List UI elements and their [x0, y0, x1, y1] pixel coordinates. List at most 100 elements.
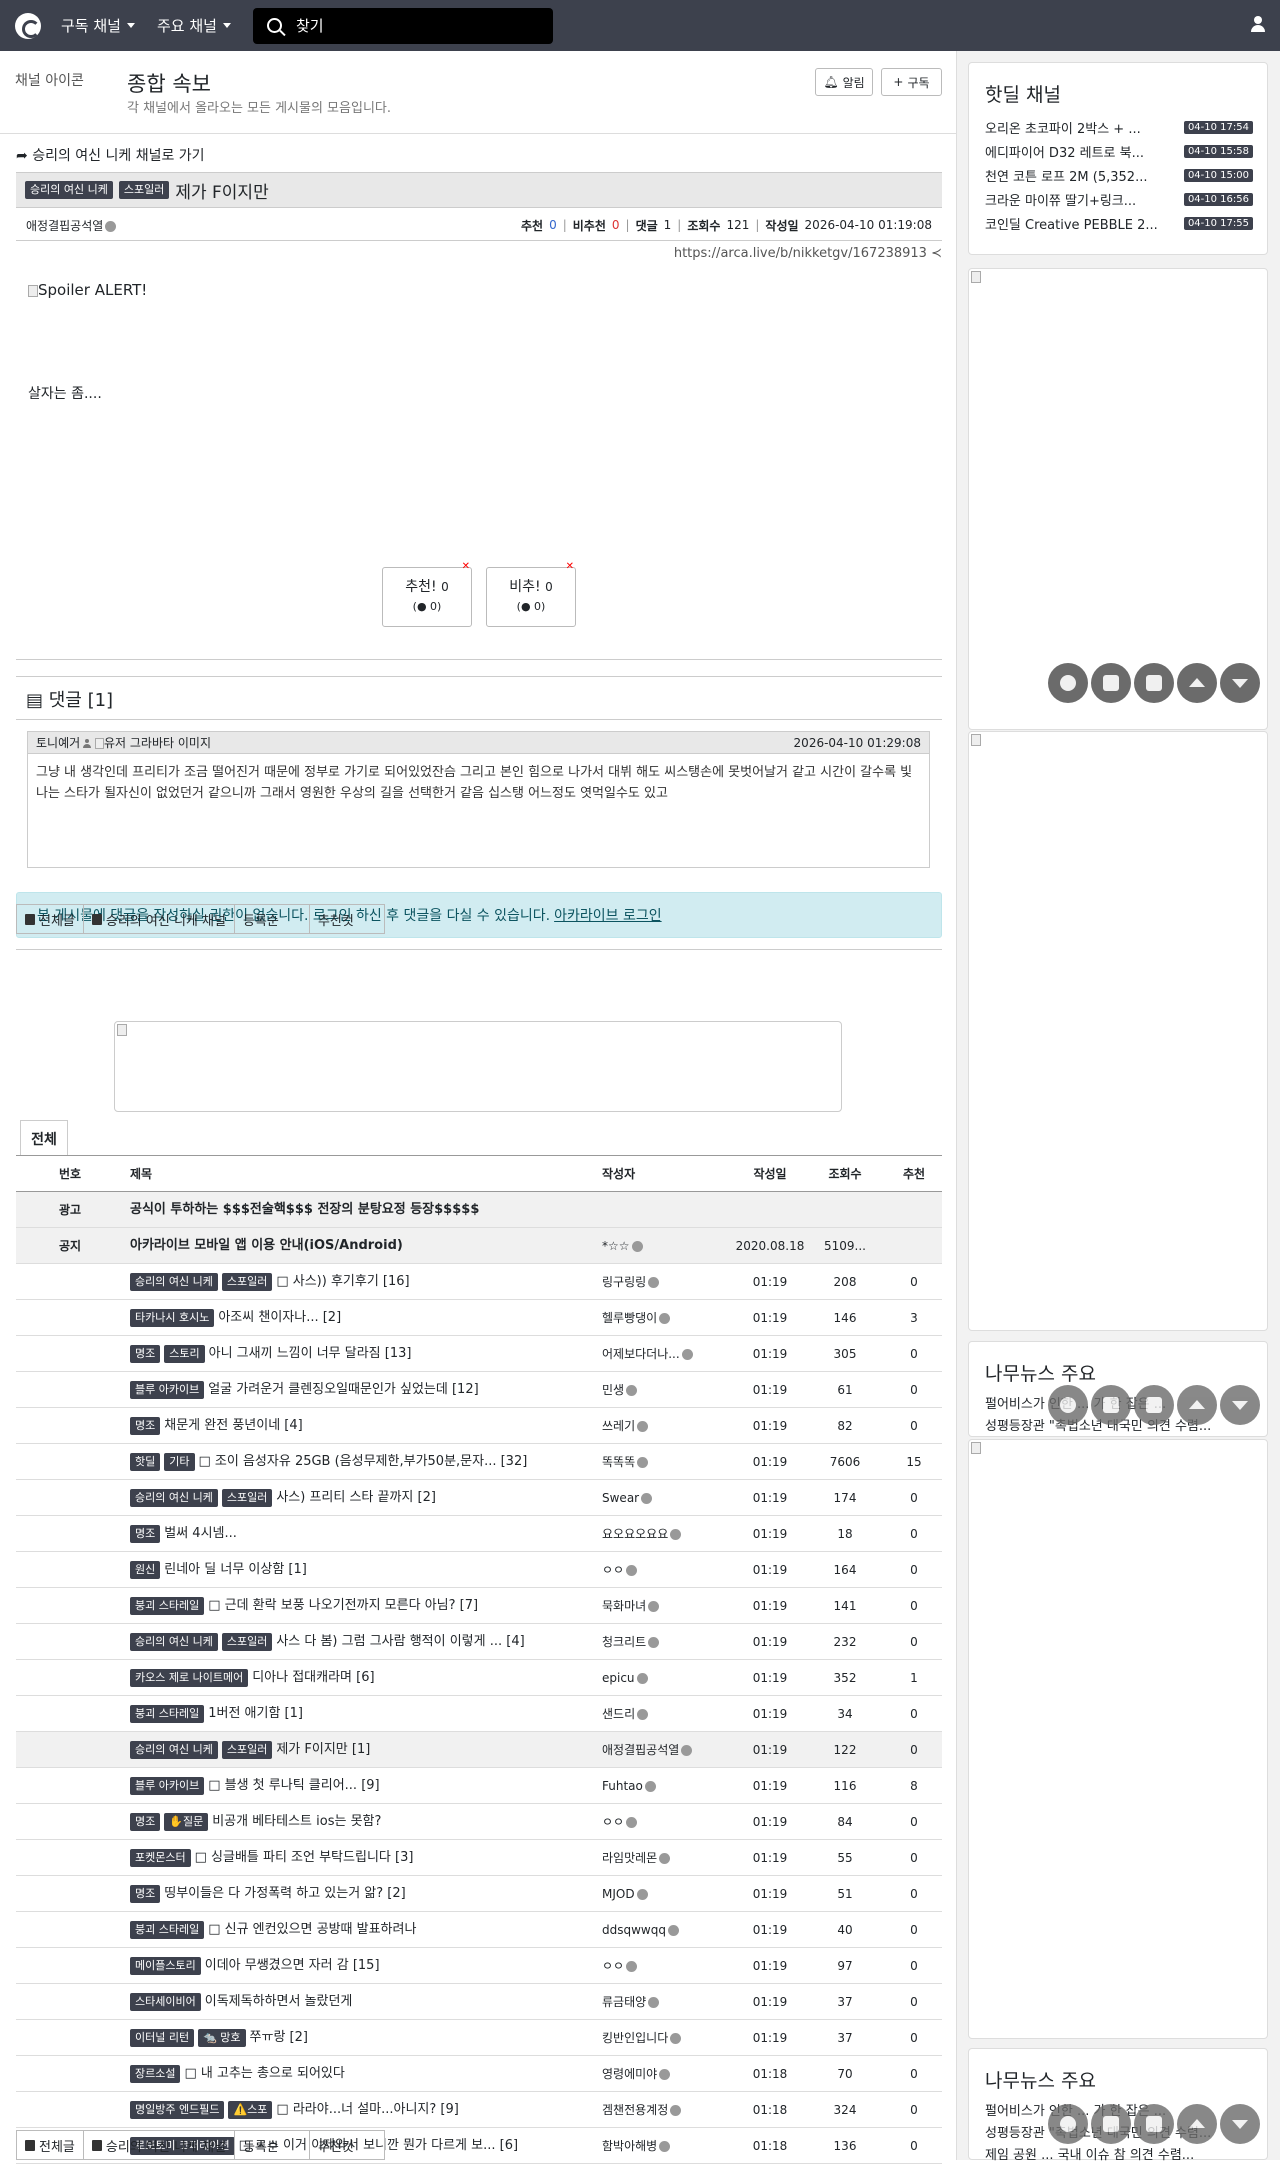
row-title-cell[interactable]: 명조 띵부이들은 다 가정폭력 하고 있는거 앎? [2] — [130, 1876, 610, 1912]
row-title-cell[interactable]: 명조 벌써 4시넴... — [130, 1516, 610, 1552]
row-badge[interactable]: 포켓몬스터 — [130, 1848, 191, 1867]
table-row[interactable]: 타카나시 호시노 아조씨 챈이자나... [2] 헬루빵댕이 01:19 146 3 — [16, 1300, 942, 1336]
row-badge[interactable]: 이터널 리턴 — [130, 2028, 195, 2047]
row-badge[interactable]: 카오스 제로 나이트메어 — [130, 1668, 249, 1687]
scroll-down-icon[interactable] — [1220, 2104, 1260, 2144]
settings-gear-icon[interactable] — [1048, 2104, 1088, 2144]
row-badge[interactable]: 붕괴 스타레일 — [130, 1704, 205, 1723]
post-url[interactable]: https://arca.live/b/nikketgv/167238913 ≺ — [16, 246, 942, 261]
hotdeal-item[interactable]: 크라운 마이쮸 딸기+링크... 04-10 16:56 — [969, 187, 1267, 211]
table-row[interactable]: 명조 스토리 아니 그새끼 느낌이 너무 달라짐 [13] 어제보다더나... 01:1… — [16, 1336, 942, 1372]
share-icon[interactable]: ≺ — [931, 246, 942, 261]
row-author[interactable]: Fuhtao — [602, 1768, 720, 1804]
table-row[interactable]: 승리의 여신 니케 스포일러 사스 다 봄) 그럼 그사람 행적이 이렇게 ... … — [16, 1624, 942, 1660]
arcalive-logo-icon[interactable] — [15, 12, 41, 39]
comment-author[interactable]: 토니예거 — [36, 736, 80, 750]
row-author[interactable]: 겜챈전용계정 — [602, 2092, 720, 2128]
row-author[interactable]: 민생 — [602, 1372, 720, 1408]
row-badge[interactable]: ⚠️스포 — [228, 2100, 273, 2119]
hotdeal-item[interactable]: 천연 코튼 로프 2M (5,352... 04-10 15:00 — [969, 163, 1267, 187]
table-row[interactable]: 명조 채문게 완전 풍년이네 [4] 쓰레기 01:19 82 0 — [16, 1408, 942, 1444]
table-row[interactable]: 블루 아카이브 얼굴 가려운거 클렌징오일때문인가 싶었는데 [12] 민생 01:1… — [16, 1372, 942, 1408]
row-badge[interactable]: 명조 — [130, 1416, 161, 1435]
table-row[interactable]: 장르소설 □ 내 고추는 총으로 되어있다 영령에미야 01:18 70 0 — [16, 2056, 942, 2092]
row-badge[interactable]: 블루 아카이브 — [130, 1776, 205, 1795]
sort-select[interactable]: 등록순 — [233, 904, 310, 934]
scroll-up-icon[interactable] — [1177, 2104, 1217, 2144]
row-author[interactable]: 청크리트 — [602, 1624, 720, 1660]
row-author[interactable]: 어제보다더나... — [602, 1336, 720, 1372]
notice-row[interactable]: 공지 아카라이브 모바일 앱 이용 안내(iOS/Android) *☆☆ 20… — [16, 1228, 942, 1264]
row-title-cell[interactable]: 메이플스토리 이데아 무쌩겼으면 자러 감 [15] — [130, 1948, 610, 1984]
row-badge[interactable]: 스타세이비어 — [130, 1992, 201, 2011]
row-title-cell[interactable]: 승리의 여신 니케 스포일러 제가 F이지만 [1] — [130, 1732, 610, 1768]
ad-row[interactable]: 광고 공식이 투하하는 $$$전술핵$$$ 전장의 분탕요정 등장$$$$$ — [16, 1192, 942, 1228]
table-row[interactable]: 스타세이비어 이독제독하하면서 놀랐던게 류금태양 01:19 37 0 — [16, 1984, 942, 2020]
row-title-cell[interactable]: 원신 린네아 딜 너무 이상함 [1] — [130, 1552, 610, 1588]
row-title-cell[interactable]: 붕괴 스타레일 □ 근데 환락 보풍 나오기전까지 모른다 아님? [7] — [130, 1588, 610, 1624]
list-icon[interactable] — [1134, 663, 1174, 703]
row-author[interactable]: 킹반인입니다 — [602, 2020, 720, 2056]
row-badge[interactable]: 명조 — [130, 1812, 161, 1831]
table-row[interactable]: 블루 아카이브 □ 블생 첫 루나틱 클리어... [9] Fuhtao 01:19 1… — [16, 1768, 942, 1804]
row-badge[interactable]: 붕괴 스타레일 — [130, 1920, 205, 1939]
user-icon[interactable] — [1250, 16, 1266, 32]
row-badge[interactable]: 타카나시 호시노 — [130, 1308, 215, 1327]
table-row[interactable]: 명일방주 엔드필드 ⚠️스포 □ 라라야...너 설마...아니지? [9] 겜챈전용… — [16, 2092, 942, 2128]
table-row[interactable]: 붕괴 스타레일 1버전 애기함 [1] 샌드리 01:19 34 0 — [16, 1696, 942, 1732]
news-title[interactable]: 나무뉴스 주요 — [985, 1359, 1267, 1386]
scroll-up-icon[interactable] — [1177, 1385, 1217, 1425]
row-author[interactable]: MJOD — [602, 1876, 720, 1912]
table-row[interactable]: 이터널 리턴 🐀 망호 쭈ㅠ랑 [2] 킹반인입니다 01:19 37 0 — [16, 2020, 942, 2056]
row-badge[interactable]: 스토리 — [164, 1344, 205, 1363]
alarm-button[interactable]: 🔔︎ 알림 — [815, 68, 873, 96]
row-author[interactable]: 류금태양 — [602, 1984, 720, 2020]
ad-widget-2[interactable] — [968, 731, 1268, 1331]
channel-badge[interactable]: 승리의 여신 니케 — [25, 181, 113, 199]
settings-gear-icon[interactable] — [1048, 663, 1088, 703]
goto-channel-link[interactable]: ➦ 승리의 여신 니케 채널로 가기 — [16, 145, 942, 165]
table-row[interactable]: 붕괴 스타레일 □ 신규 엔컨있으면 공방때 발표하려나 ddsqwwqq 01:19… — [16, 1912, 942, 1948]
scroll-down-icon[interactable] — [1220, 1385, 1260, 1425]
row-author[interactable]: 링구링링 — [602, 1264, 720, 1300]
channel-posts-button[interactable]: 승리의 여신 니케 채널 — [82, 2130, 235, 2160]
table-row[interactable]: 명조 ✋질문 비공개 베타테스트 ios는 못함? ㅇㅇ 01:19 84 0 — [16, 1804, 942, 1840]
row-badge[interactable]: 스포일러 — [221, 1272, 273, 1291]
table-row[interactable]: 명조 띵부이들은 다 가정폭력 하고 있는거 앎? [2] MJOD 01:19 51 0 — [16, 1876, 942, 1912]
row-author[interactable]: epicu — [602, 1660, 720, 1696]
row-title-cell[interactable]: 승리의 여신 니케 스포일러 사스 다 봄) 그럼 그사람 행적이 이렇게 ... … — [130, 1624, 610, 1660]
row-title-cell[interactable]: 명조 채문게 완전 풍년이네 [4] — [130, 1408, 610, 1444]
hotdeal-title[interactable]: 핫딜 채널 — [985, 80, 1267, 107]
comments-icon[interactable] — [1091, 2104, 1131, 2144]
best-cut-select[interactable]: 추천컷 — [308, 2130, 385, 2160]
row-author[interactable]: 헬루빵댕이 — [602, 1300, 720, 1336]
comments-icon[interactable] — [1091, 663, 1131, 703]
row-badge[interactable]: 스포일러 — [221, 1740, 273, 1759]
row-author[interactable]: 똑똑똑 — [602, 1444, 720, 1480]
row-title-cell[interactable]: 카오스 제로 나이트메어 디아나 접대캐라며 [6] — [130, 1660, 610, 1696]
row-title-cell[interactable]: 블루 아카이브 얼굴 가려운거 클렌징오일때문인가 싶었는데 [12] — [130, 1372, 610, 1408]
row-badge[interactable]: 블루 아카이브 — [130, 1380, 205, 1399]
row-title-cell[interactable]: 명조 ✋질문 비공개 베타테스트 ios는 못함? — [130, 1804, 610, 1840]
row-title-cell[interactable]: 포켓몬스터 □ 싱글배틀 파티 조언 부탁드립니다 [3] — [130, 1840, 610, 1876]
row-title-cell[interactable]: 핫딜 기타 □ 조이 음성자유 25GB (음성무제한,부가50분,문자... [3… — [130, 1444, 610, 1480]
downvote-button[interactable]: ✕ 비추! 0 (● 0) — [486, 561, 576, 627]
best-cut-select[interactable]: 추천컷 — [308, 904, 385, 934]
row-author[interactable]: ㅇㅇ — [602, 1804, 720, 1840]
all-posts-button[interactable]: 전체글 — [16, 904, 84, 934]
subscribe-button[interactable]: + 구독 — [881, 68, 942, 96]
row-badge[interactable]: 핫딜 — [130, 1452, 161, 1471]
row-title-cell[interactable]: 명일방주 엔드필드 ⚠️스포 □ 라라야...너 설마...아니지? [9] — [130, 2092, 610, 2128]
category-badge[interactable]: 스포일러 — [118, 181, 170, 199]
row-badge[interactable]: 승리의 여신 니케 — [130, 1272, 218, 1291]
row-title-cell[interactable]: 붕괴 스타레일 □ 신규 엔컨있으면 공방때 발표하려나 — [130, 1912, 610, 1948]
row-badge[interactable]: 명일방주 엔드필드 — [130, 2100, 225, 2119]
scroll-down-icon[interactable] — [1220, 663, 1260, 703]
row-badge[interactable]: 장르소설 — [130, 2064, 181, 2083]
row-author[interactable]: 샌드리 — [602, 1696, 720, 1732]
news-title[interactable]: 나무뉴스 주요 — [985, 2066, 1267, 2093]
subscribed-channels-dropdown[interactable]: 구독 채널 — [61, 15, 135, 36]
table-row[interactable]: 원신 린네아 딜 너무 이상함 [1] ㅇㅇ 01:19 164 0 — [16, 1552, 942, 1588]
channel-posts-button[interactable]: 승리의 여신 니케 채널 — [82, 904, 235, 934]
row-author[interactable]: 함박아해병 — [602, 2128, 720, 2164]
